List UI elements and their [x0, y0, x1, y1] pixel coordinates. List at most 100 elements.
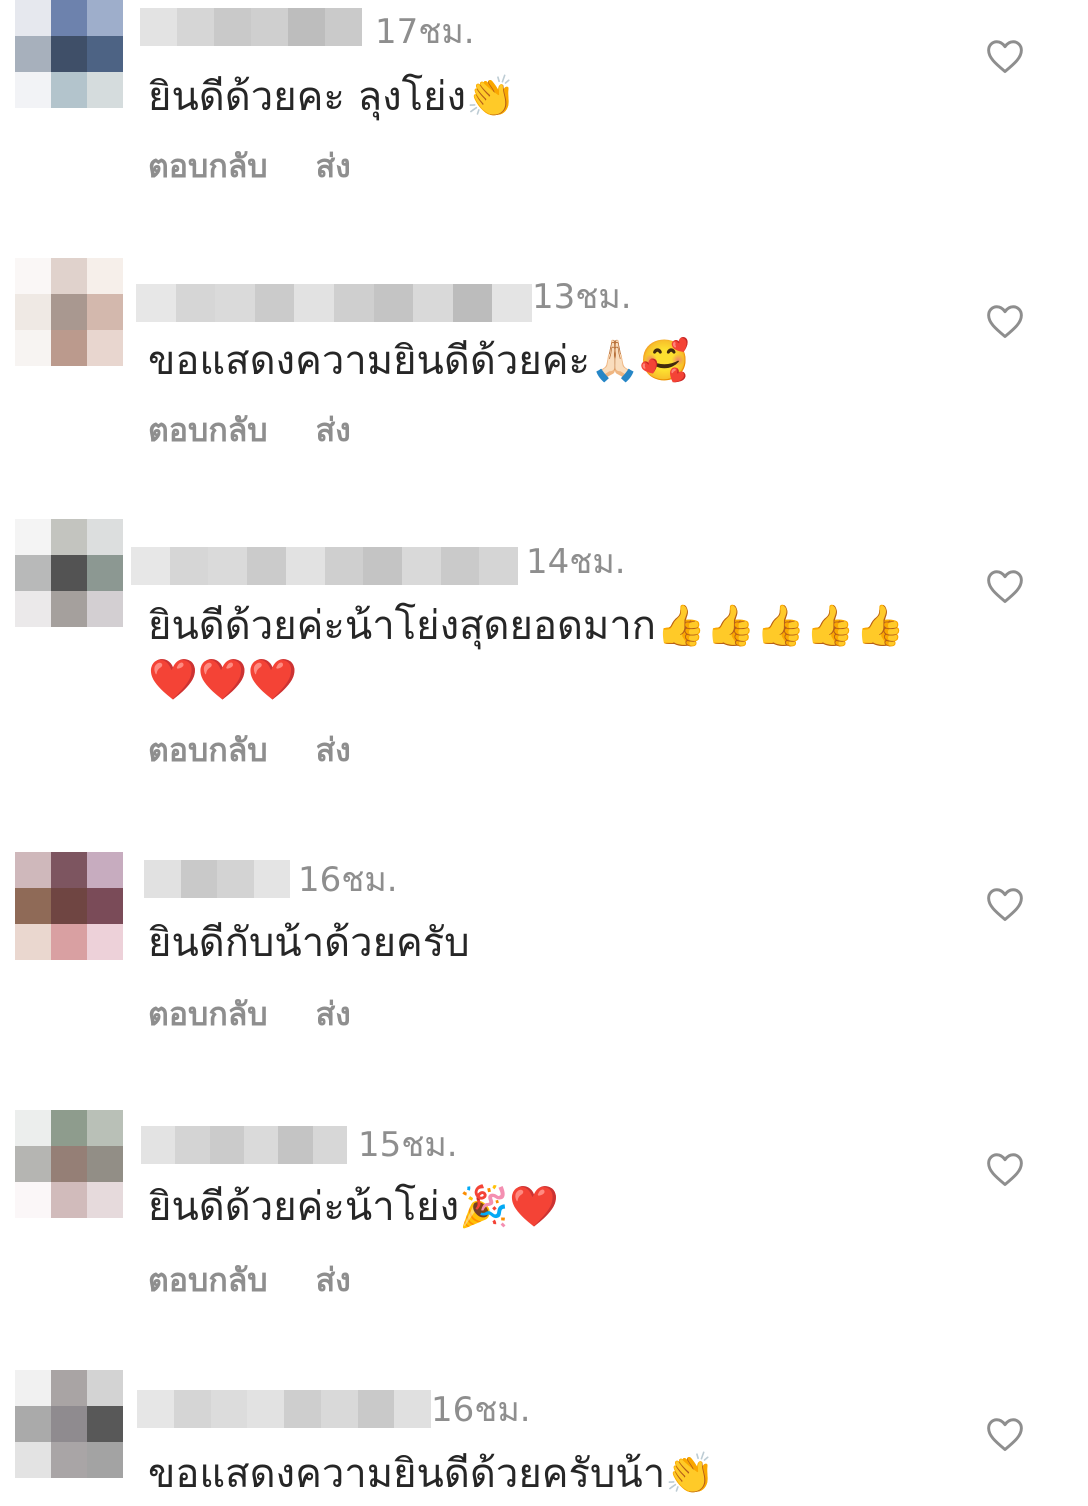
comment-actions: ตอบกลับ ส่ง: [148, 1260, 351, 1300]
avatar-pixel: [87, 1442, 123, 1478]
avatar-pixel: [15, 36, 51, 72]
username-pixel: [175, 284, 216, 322]
send-button[interactable]: ส่ง: [316, 410, 351, 450]
username-pixel: [215, 284, 255, 322]
avatar[interactable]: [15, 0, 123, 108]
avatar-pixel: [15, 1182, 51, 1218]
username[interactable]: [144, 860, 290, 898]
avatar-pixel: [51, 0, 87, 36]
reply-button[interactable]: ตอบกลับ: [148, 1260, 268, 1300]
avatar-pixel: [87, 0, 123, 36]
avatar-pixel: [87, 36, 123, 72]
avatar-pixel: [87, 294, 123, 330]
username-pixel: [363, 547, 402, 585]
username-pixel: [136, 284, 176, 322]
like-button[interactable]: [985, 886, 1025, 922]
heart-icon: [987, 570, 1023, 604]
username[interactable]: [136, 284, 532, 322]
timestamp: 15ชม.: [358, 1125, 458, 1165]
heart-icon: [987, 888, 1023, 922]
username-pixel: [177, 8, 214, 46]
comment-text: ขอแสดงความยินดีด้วยค่ะ🙏🏻🥰: [148, 338, 690, 384]
avatar[interactable]: [15, 1370, 123, 1478]
avatar-pixel: [87, 1146, 123, 1182]
username-pixel: [325, 8, 362, 46]
comment-text: ขอแสดงความยินดีด้วยครับน้า👏: [148, 1451, 715, 1497]
avatar-pixel: [15, 888, 51, 924]
avatar-pixel: [51, 555, 87, 591]
username-pixel: [320, 1390, 358, 1428]
comment-item: 16ชม. ขอแสดงความยินดีด้วยครับน้า👏: [0, 1370, 1088, 1506]
avatar[interactable]: [15, 519, 123, 627]
avatar-pixel: [51, 591, 87, 627]
username-pixel: [173, 1390, 211, 1428]
avatar-pixel: [15, 72, 51, 108]
send-button[interactable]: ส่ง: [316, 146, 351, 186]
username-pixel: [140, 8, 177, 46]
reply-button[interactable]: ตอบกลับ: [148, 146, 268, 186]
username-pixel: [373, 284, 414, 322]
username-pixel: [141, 1126, 176, 1164]
send-button[interactable]: ส่ง: [316, 994, 351, 1034]
username-pixel: [288, 8, 325, 46]
avatar-pixel: [51, 1146, 87, 1182]
username-pixel: [214, 8, 251, 46]
avatar-pixel: [87, 1182, 123, 1218]
avatar-pixel: [51, 852, 87, 888]
username-pixel: [243, 1126, 279, 1164]
avatar[interactable]: [15, 852, 123, 960]
timestamp: 16ชม.: [298, 860, 398, 900]
heart-icon: [987, 1153, 1023, 1187]
avatar-pixel: [51, 519, 87, 555]
avatar[interactable]: [15, 258, 123, 366]
reply-button[interactable]: ตอบกลับ: [148, 994, 268, 1034]
comment-item: 16ชม. ยินดีกับน้าด้วยครับ ตอบกลับ ส่ง: [0, 850, 1088, 1115]
like-button[interactable]: [985, 568, 1025, 604]
username[interactable]: [140, 8, 362, 46]
like-button[interactable]: [985, 303, 1025, 339]
avatar-pixel: [15, 330, 51, 366]
avatar-pixel: [87, 924, 123, 960]
username-pixel: [278, 1126, 313, 1164]
avatar-pixel: [51, 888, 87, 924]
avatar-pixel: [51, 1182, 87, 1218]
comment-text: ยินดีด้วยค่ะน้าโย่ง🎉❤️: [148, 1184, 559, 1230]
avatar-pixel: [87, 1370, 123, 1406]
reply-button[interactable]: ตอบกลับ: [148, 410, 268, 450]
avatar-pixel: [51, 294, 87, 330]
like-button[interactable]: [985, 38, 1025, 74]
like-button[interactable]: [985, 1151, 1025, 1187]
username-pixel: [253, 860, 290, 898]
send-button[interactable]: ส่ง: [316, 730, 351, 770]
avatar-pixel: [15, 1406, 51, 1442]
avatar-pixel: [51, 1406, 87, 1442]
comment-text: ยินดีด้วยค่ะน้าโย่งสุดยอดมาก👍👍👍👍👍❤️❤️❤️: [148, 603, 906, 703]
avatar-pixel: [87, 1110, 123, 1146]
username-pixel: [247, 547, 286, 585]
username-pixel: [333, 284, 374, 322]
heart-icon: [987, 1418, 1023, 1452]
username-pixel: [284, 1390, 321, 1428]
username-pixel: [492, 284, 532, 322]
send-button[interactable]: ส่ง: [316, 1260, 351, 1300]
username[interactable]: [137, 1390, 431, 1428]
avatar-pixel: [87, 330, 123, 366]
avatar-pixel: [15, 1442, 51, 1478]
username-pixel: [452, 284, 493, 322]
reply-button[interactable]: ตอบกลับ: [148, 730, 268, 770]
avatar-pixel: [51, 1110, 87, 1146]
comment-item: 15ชม. ยินดีด้วยค่ะน้าโย่ง🎉❤️ ตอบกลับ ส่ง: [0, 1110, 1088, 1375]
username-pixel: [169, 547, 209, 585]
comment-text: ยินดีด้วยคะ ลุงโย่ง👏: [148, 74, 516, 120]
username-pixel: [131, 547, 170, 585]
username-pixel: [217, 860, 254, 898]
username[interactable]: [141, 1126, 347, 1164]
username[interactable]: [131, 547, 519, 585]
avatar[interactable]: [15, 1110, 123, 1218]
username-pixel: [210, 1390, 248, 1428]
avatar-pixel: [87, 888, 123, 924]
username-pixel: [208, 547, 248, 585]
avatar-pixel: [15, 519, 51, 555]
username-pixel: [324, 547, 364, 585]
like-button[interactable]: [985, 1416, 1025, 1452]
